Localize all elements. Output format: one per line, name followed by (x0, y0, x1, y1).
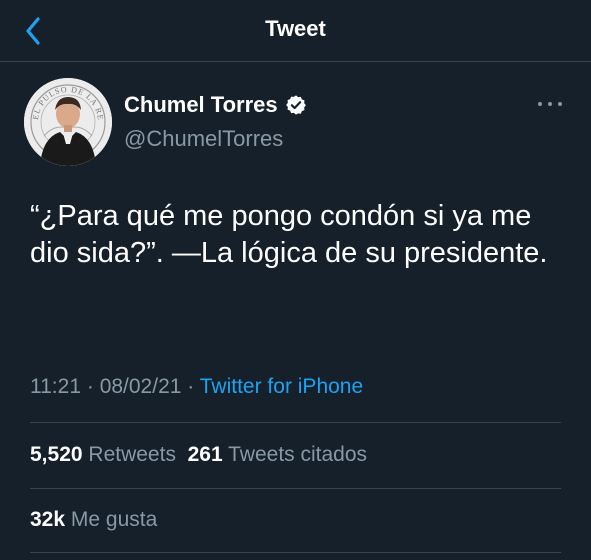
likes-count: 32k (30, 508, 66, 531)
engagement-stats: 5,520 Retweets 261 Tweets citados (30, 443, 367, 467)
retweets-label: Retweets (88, 443, 176, 466)
likes-label: Me gusta (70, 508, 158, 531)
avatar[interactable]: EL PULSO DE LA REPUBLICA (24, 78, 112, 166)
author-name[interactable]: Chumel Torres (124, 92, 307, 118)
meta-separator: · (187, 375, 195, 398)
author-name-text: Chumel Torres (124, 92, 278, 117)
more-options-button[interactable] (538, 96, 562, 112)
author-handle[interactable]: @ChumelTorres (124, 126, 283, 152)
likes-stat[interactable]: 32k Me gusta (30, 508, 157, 532)
more-dot-icon (558, 102, 562, 106)
tweet-detail-screen: Tweet EL PULSO DE LA REPUBLICA Chumel To… (0, 0, 591, 560)
more-dot-icon (548, 102, 552, 106)
quote-tweets-stat[interactable]: 261 Tweets citados (188, 443, 367, 466)
avatar-image: EL PULSO DE LA REPUBLICA (24, 78, 112, 166)
more-dot-icon (538, 102, 542, 106)
page-title: Tweet (265, 16, 326, 41)
retweets-stat[interactable]: 5,520 Retweets (30, 443, 176, 466)
meta-separator: · (86, 375, 94, 398)
quote-tweets-count: 261 (187, 443, 223, 466)
divider (30, 552, 561, 553)
tweet-source-link[interactable]: Twitter for iPhone (200, 375, 363, 398)
divider (30, 422, 561, 423)
quote-tweets-label: Tweets citados (228, 443, 368, 466)
divider (30, 488, 561, 489)
tweet-text: “¿Para qué me pongo condón si ya me dio … (30, 200, 548, 270)
tweet-timestamp: 11:21 · 08/02/21 · Twitter for iPhone (30, 375, 363, 399)
top-bar: Tweet (0, 0, 591, 62)
tweet-time: 11:21 (30, 375, 81, 398)
retweets-count: 5,520 (30, 443, 83, 466)
verified-badge-icon (285, 95, 306, 115)
tweet-date: 08/02/21 (99, 375, 182, 398)
